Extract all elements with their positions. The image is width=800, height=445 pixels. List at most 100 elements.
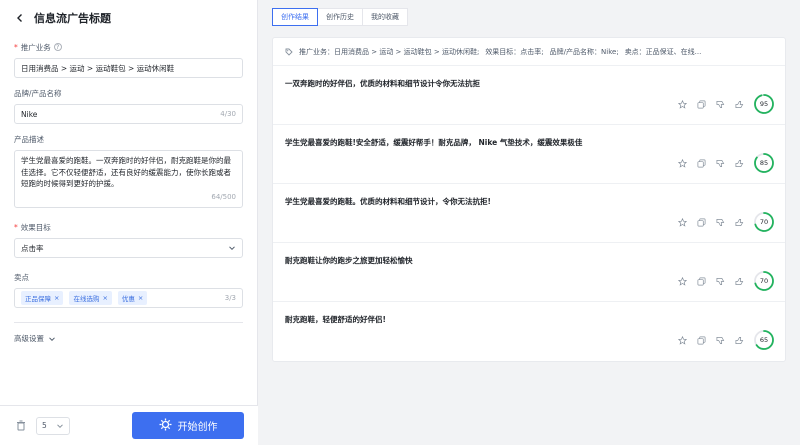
result-text[interactable]: 耐克跑鞋，轻便舒适的好伴侣! xyxy=(285,314,773,325)
tag-list: 正品保障 × 在线选购 × 优惠 × xyxy=(21,291,225,305)
start-create-label: 开始创作 xyxy=(177,422,218,433)
score-ring: 85 xyxy=(753,152,775,174)
score-value: 65 xyxy=(759,336,769,344)
selling-point-tag: 正品保障 × xyxy=(21,291,64,305)
score-ring: 65 xyxy=(753,329,775,351)
result-list: 一双奔跑时的好伴侣，优质的材料和细节设计令你无法抗拒 95 学生党最喜爱的跑鞋!… xyxy=(273,66,785,361)
copy-icon[interactable] xyxy=(696,99,706,109)
tab-history[interactable]: 创作历史 xyxy=(318,8,363,26)
result-item: 耐克跑鞋让你的跑步之旅更加轻松愉快 70 xyxy=(273,243,785,302)
copy-icon[interactable] xyxy=(696,335,706,345)
start-create-button[interactable]: 开始创作 xyxy=(132,412,244,439)
thumbs-down-icon[interactable] xyxy=(715,99,725,109)
thumbs-down-icon[interactable] xyxy=(715,335,725,345)
tab-bar: 创作结果 创作历史 我的收藏 xyxy=(272,8,408,26)
brand-field: 品牌/产品名称 Nike 4/30 xyxy=(14,88,243,124)
description-label: 产品描述 xyxy=(14,134,44,144)
copy-icon[interactable] xyxy=(696,217,706,227)
score-value: 70 xyxy=(759,277,769,285)
goal-label: 效果目标 xyxy=(20,222,51,232)
thumbs-up-icon[interactable] xyxy=(734,158,744,168)
result-actions: 70 xyxy=(677,270,775,292)
summary-selling-points: 卖点：正品保证、在线... xyxy=(624,47,702,56)
business-label: 推广业务 xyxy=(20,42,51,52)
tag-close-icon[interactable]: × xyxy=(138,294,143,302)
results-card: 推广业务：日用消费品 > 运动 > 运动鞋包 > 运动休闲鞋; 效果目标：点击率… xyxy=(272,37,786,362)
form-area: 信息流广告标题 * 推广业务 ? 日用消费品 > 运动 > 运动鞋包 > 运动休… xyxy=(0,0,257,344)
thumbs-up-icon[interactable] xyxy=(734,335,744,345)
advanced-settings-toggle[interactable]: 高级设置 xyxy=(14,333,243,344)
star-icon[interactable] xyxy=(677,335,687,345)
score-value: 85 xyxy=(759,159,769,167)
chevron-down-icon xyxy=(228,244,236,252)
result-item: 学生党最喜爱的跑鞋。优质的材料和细节设计，令你无法抗拒! 70 xyxy=(273,184,785,243)
sparkle-gear-icon xyxy=(159,418,172,434)
count-select[interactable]: 5 xyxy=(36,416,70,435)
score-value: 70 xyxy=(759,218,769,226)
app-window: 信息流广告标题 * 推广业务 ? 日用消费品 > 运动 > 运动鞋包 > 运动休… xyxy=(0,0,800,445)
goal-select[interactable]: 点击率 xyxy=(14,238,243,258)
star-icon[interactable] xyxy=(677,217,687,227)
thumbs-down-icon[interactable] xyxy=(715,158,725,168)
thumbs-down-icon[interactable] xyxy=(715,276,725,286)
result-actions: 65 xyxy=(677,329,775,351)
business-field: * 推广业务 ? 日用消费品 > 运动 > 运动鞋包 > 运动休闲鞋 xyxy=(14,42,243,78)
trash-icon[interactable] xyxy=(14,419,28,433)
result-text[interactable]: 学生党最喜爱的跑鞋。优质的材料和细节设计，令你无法抗拒! xyxy=(285,196,773,207)
tag-close-icon[interactable]: × xyxy=(102,294,107,302)
help-icon[interactable]: ? xyxy=(53,43,62,51)
thumbs-up-icon[interactable] xyxy=(734,217,744,227)
brand-value: Nike xyxy=(21,109,38,119)
chevron-down-icon xyxy=(48,335,56,343)
result-text[interactable]: 一双奔跑时的好伴侣，优质的材料和细节设计令你无法抗拒 xyxy=(285,78,773,89)
copy-icon[interactable] xyxy=(696,276,706,286)
score-ring: 70 xyxy=(753,211,775,233)
thumbs-down-icon[interactable] xyxy=(715,217,725,227)
result-item: 耐克跑鞋，轻便舒适的好伴侣! 65 xyxy=(273,302,785,361)
brand-counter: 4/30 xyxy=(220,110,236,118)
selling-point-tag: 优惠 × xyxy=(117,291,148,305)
summary-goal: 效果目标：点击率; xyxy=(485,47,544,56)
selling-points-field: 卖点 正品保障 × 在线选购 × 优惠 × 3/3 xyxy=(14,272,243,308)
business-input[interactable]: 日用消费品 > 运动 > 运动鞋包 > 运动休闲鞋 xyxy=(14,58,243,78)
page-header: 信息流广告标题 xyxy=(14,0,243,36)
thumbs-up-icon[interactable] xyxy=(734,99,744,109)
result-actions: 85 xyxy=(677,152,775,174)
description-counter: 64/500 xyxy=(211,192,236,201)
selling-points-label: 卖点 xyxy=(14,272,29,282)
star-icon[interactable] xyxy=(677,158,687,168)
required-mark: * xyxy=(14,222,18,232)
result-item: 学生党最喜爱的跑鞋!安全舒适，缓震好帮手！耐克品牌， Nike 气垫技术，缓震效… xyxy=(273,125,785,184)
tab-results[interactable]: 创作结果 xyxy=(272,8,318,26)
selling-points-input[interactable]: 正品保障 × 在线选购 × 优惠 × 3/3 xyxy=(14,288,243,308)
star-icon[interactable] xyxy=(677,99,687,109)
result-actions: 70 xyxy=(677,211,775,233)
result-text[interactable]: 学生党最喜爱的跑鞋!安全舒适，缓震好帮手！耐克品牌， Nike 气垫技术，缓震效… xyxy=(285,137,773,148)
description-textarea[interactable]: 学生党最喜爱的跑鞋。一双奔跑时的好伴侣，耐克跑鞋是你的最佳选择。它不仅轻便舒适，… xyxy=(14,150,243,208)
goal-field: * 效果目标 点击率 xyxy=(14,222,243,258)
summary-bar: 推广业务：日用消费品 > 运动 > 运动鞋包 > 运动休闲鞋; 效果目标：点击率… xyxy=(273,38,785,66)
brand-label: 品牌/产品名称 xyxy=(14,88,62,98)
goal-value: 点击率 xyxy=(21,243,44,253)
thumbs-up-icon[interactable] xyxy=(734,276,744,286)
score-value: 95 xyxy=(759,100,769,108)
brand-input[interactable]: Nike 4/30 xyxy=(14,104,243,124)
star-icon[interactable] xyxy=(677,276,687,286)
back-arrow-icon[interactable] xyxy=(14,12,26,24)
description-value: 学生党最喜爱的跑鞋。一双奔跑时的好伴侣，耐克跑鞋是你的最佳选择。它不仅轻便舒适，… xyxy=(21,156,231,188)
advanced-settings-label: 高级设置 xyxy=(14,334,44,343)
count-value: 5 xyxy=(42,421,47,430)
summary-brand: 品牌/产品名称：Nike; xyxy=(549,47,619,56)
copy-icon[interactable] xyxy=(696,158,706,168)
tab-favorites[interactable]: 我的收藏 xyxy=(363,8,408,26)
divider xyxy=(14,322,243,323)
page-title: 信息流广告标题 xyxy=(34,12,111,25)
chevron-down-icon xyxy=(56,422,64,430)
tag-close-icon[interactable]: × xyxy=(54,294,59,302)
tag-icon xyxy=(285,48,293,56)
score-ring: 95 xyxy=(753,93,775,115)
selling-point-tag: 在线选购 × xyxy=(69,291,112,305)
left-footer: 5 开始创作 xyxy=(0,405,258,445)
result-text[interactable]: 耐克跑鞋让你的跑步之旅更加轻松愉快 xyxy=(285,255,773,266)
summary-business: 推广业务：日用消费品 > 运动 > 运动鞋包 > 运动休闲鞋; xyxy=(299,47,480,56)
